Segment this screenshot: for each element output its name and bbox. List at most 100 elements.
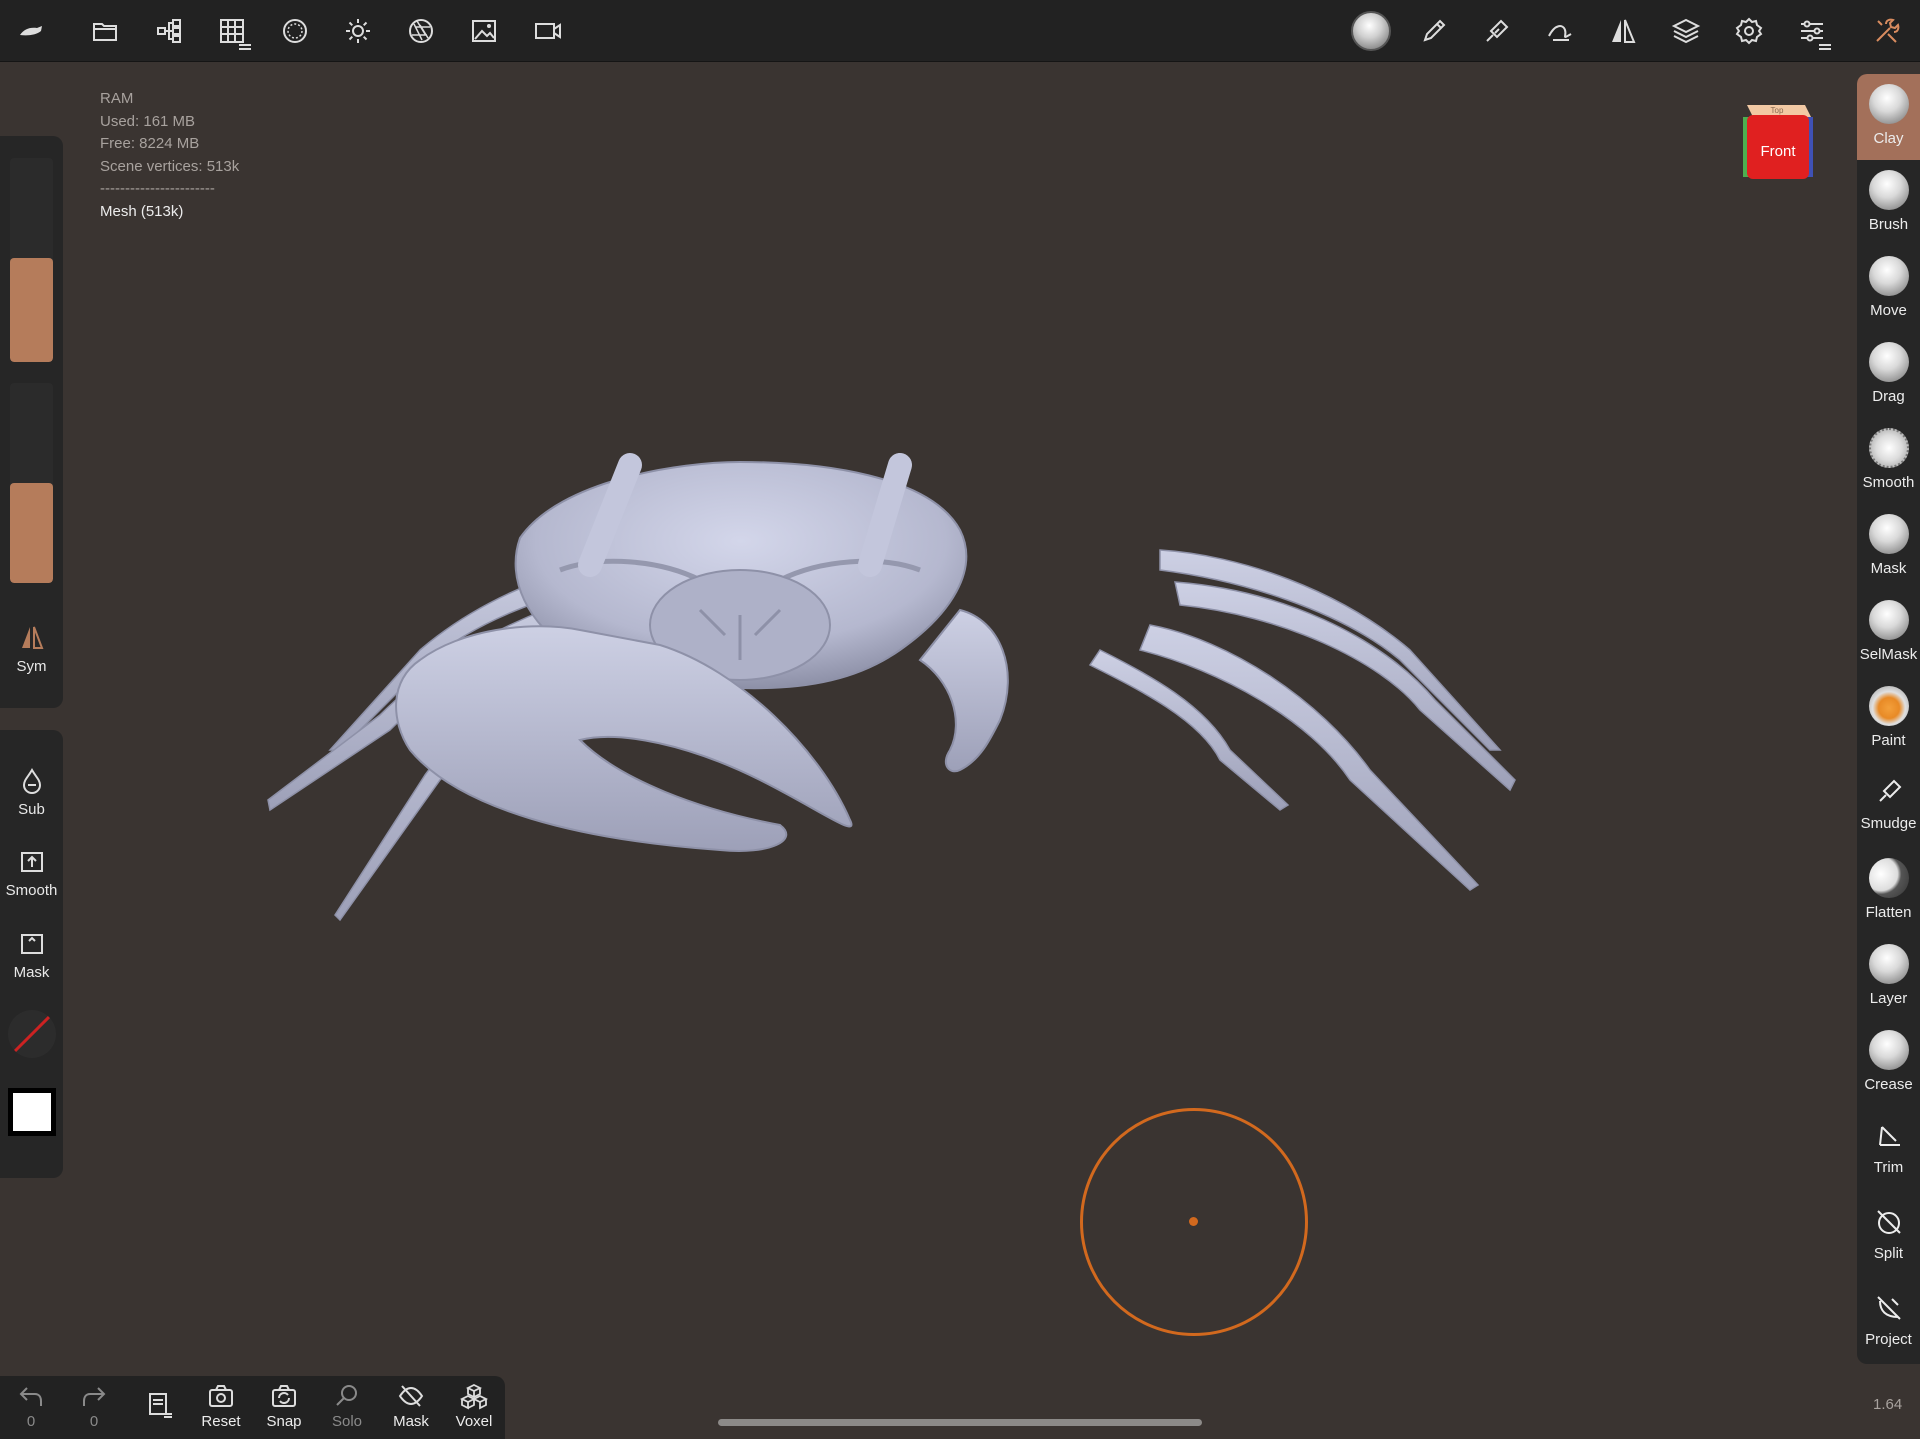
- tool-panel: Clay Brush Move Drag Smooth Mask SelMask…: [1857, 74, 1920, 1364]
- drag-tool-icon: [1868, 342, 1909, 382]
- radius-slider-fill: [10, 257, 53, 362]
- stroke-icon[interactable]: [1535, 6, 1585, 56]
- view-cube[interactable]: Top Front: [1741, 101, 1813, 183]
- layers-icon[interactable]: [1661, 6, 1711, 56]
- tool-flatten-label: Flatten: [1865, 904, 1912, 921]
- tool-paint[interactable]: Paint: [1857, 676, 1920, 762]
- intensity-slider-fill: [10, 483, 53, 583]
- undo-button[interactable]: 0: [1, 1382, 61, 1430]
- smooth-left-label: Smooth: [5, 882, 58, 899]
- tool-trim[interactable]: Trim: [1857, 1106, 1920, 1192]
- sub-label: Sub: [18, 801, 45, 818]
- snap-button[interactable]: Snap: [254, 1382, 314, 1430]
- material-icon[interactable]: [270, 6, 320, 56]
- undo-icon: [19, 1387, 42, 1406]
- smooth-left-button[interactable]: Smooth: [0, 848, 63, 899]
- zoom-level: 1.64: [1873, 1396, 1903, 1413]
- history-icon: [149, 1393, 172, 1418]
- voxel-label: Voxel: [455, 1413, 493, 1430]
- tool-selmask[interactable]: SelMask: [1857, 590, 1920, 676]
- voxel-button[interactable]: Voxel: [444, 1382, 504, 1430]
- tool-clay-label: Clay: [1873, 130, 1904, 147]
- no-alpha-icon: [8, 1010, 56, 1058]
- mirror-icon[interactable]: [1598, 6, 1648, 56]
- tool-drag[interactable]: Drag: [1857, 332, 1920, 418]
- flatten-tool-icon: [1868, 858, 1909, 898]
- tool-clay[interactable]: Clay: [1857, 74, 1920, 160]
- tool-brush-label: Brush: [1868, 216, 1909, 233]
- sliders-icon[interactable]: [1787, 6, 1837, 56]
- grid-icon[interactable]: [207, 6, 257, 56]
- selmask-tool-icon: [1868, 600, 1909, 640]
- brush-tool-icon: [1868, 170, 1909, 210]
- pen-icon[interactable]: [1409, 6, 1459, 56]
- tool-split[interactable]: Split: [1857, 1192, 1920, 1278]
- sym-button[interactable]: Sym: [0, 624, 63, 675]
- tool-trim-label: Trim: [1873, 1159, 1904, 1176]
- tool-smudge-label: Smudge: [1860, 815, 1917, 832]
- tool-drag-label: Drag: [1872, 388, 1905, 405]
- radius-slider[interactable]: [10, 158, 53, 362]
- color-swatch[interactable]: [8, 1088, 56, 1136]
- history-button[interactable]: [128, 1390, 188, 1418]
- logo-icon[interactable]: [6, 6, 56, 56]
- layer-tool-icon: [1868, 944, 1909, 984]
- brush-icon[interactable]: [1472, 6, 1522, 56]
- trim-tool-icon: [1878, 1126, 1900, 1146]
- sym-label: Sym: [16, 658, 47, 675]
- scene-vertices: Scene vertices: 513k: [100, 157, 240, 175]
- redo-icon: [83, 1387, 106, 1406]
- solo-button[interactable]: Solo: [317, 1382, 377, 1430]
- scene-stats: RAM Used: 161 MB Free: 8224 MB Scene ver…: [100, 88, 239, 223]
- sub-button[interactable]: Sub: [0, 767, 63, 818]
- tool-move-label: Move: [1870, 302, 1907, 319]
- tool-crease[interactable]: Crease: [1857, 1020, 1920, 1106]
- mask-box-icon: [20, 934, 43, 954]
- color-swatch-fill: [13, 1093, 51, 1131]
- mesh-viewport-model[interactable]: [260, 420, 1540, 940]
- camera-icon[interactable]: [523, 6, 573, 56]
- tool-brush[interactable]: Brush: [1857, 160, 1920, 246]
- voxel-cubes-icon: [460, 1383, 488, 1410]
- paint-tool-icon: [1868, 686, 1909, 726]
- redo-button[interactable]: 0: [64, 1382, 124, 1430]
- light-icon[interactable]: [333, 6, 383, 56]
- tool-flatten[interactable]: Flatten: [1857, 848, 1920, 934]
- tool-smooth[interactable]: Smooth: [1857, 418, 1920, 504]
- brush-cursor: [1080, 1108, 1308, 1336]
- mesh-item[interactable]: Mesh (513k): [100, 201, 239, 224]
- split-tool-icon: [1876, 1210, 1901, 1234]
- top-toolbar: [0, 0, 1920, 62]
- mask-tool-icon: [1868, 514, 1909, 554]
- home-indicator: [718, 1419, 1202, 1426]
- ram-label: RAM: [100, 90, 134, 107]
- tool-layer-label: Layer: [1869, 990, 1908, 1007]
- clay-tool-icon: [1868, 84, 1909, 124]
- image-icon[interactable]: [459, 6, 509, 56]
- matcap-sphere-icon[interactable]: [1346, 6, 1396, 56]
- project-tool-icon: [1876, 1296, 1901, 1320]
- tool-mask-label: Mask: [1870, 560, 1907, 577]
- reset-camera-icon: [209, 1385, 233, 1407]
- alpha-none-button[interactable]: [8, 1010, 56, 1058]
- snap-label: Snap: [266, 1413, 302, 1430]
- tool-move[interactable]: Move: [1857, 246, 1920, 332]
- folder-icon[interactable]: [80, 6, 130, 56]
- tool-mask[interactable]: Mask: [1857, 504, 1920, 590]
- reset-label: Reset: [201, 1413, 241, 1430]
- tool-paint-label: Paint: [1871, 732, 1906, 749]
- upload-box-icon: [20, 852, 43, 872]
- reset-button[interactable]: Reset: [191, 1382, 251, 1430]
- mask-visibility-button[interactable]: Mask: [381, 1382, 441, 1430]
- tools-icon[interactable]: [1862, 6, 1912, 56]
- tool-layer[interactable]: Layer: [1857, 934, 1920, 1020]
- intensity-slider[interactable]: [10, 383, 53, 583]
- mask-left-button[interactable]: Mask: [0, 930, 63, 981]
- settings-icon[interactable]: [1724, 6, 1774, 56]
- tool-smudge[interactable]: Smudge: [1857, 762, 1920, 848]
- aperture-icon[interactable]: [396, 6, 446, 56]
- tool-project[interactable]: Project: [1857, 1278, 1920, 1364]
- symmetry-icon: [21, 626, 43, 649]
- crease-tool-icon: [1868, 1030, 1909, 1070]
- scene-tree-icon[interactable]: [144, 6, 194, 56]
